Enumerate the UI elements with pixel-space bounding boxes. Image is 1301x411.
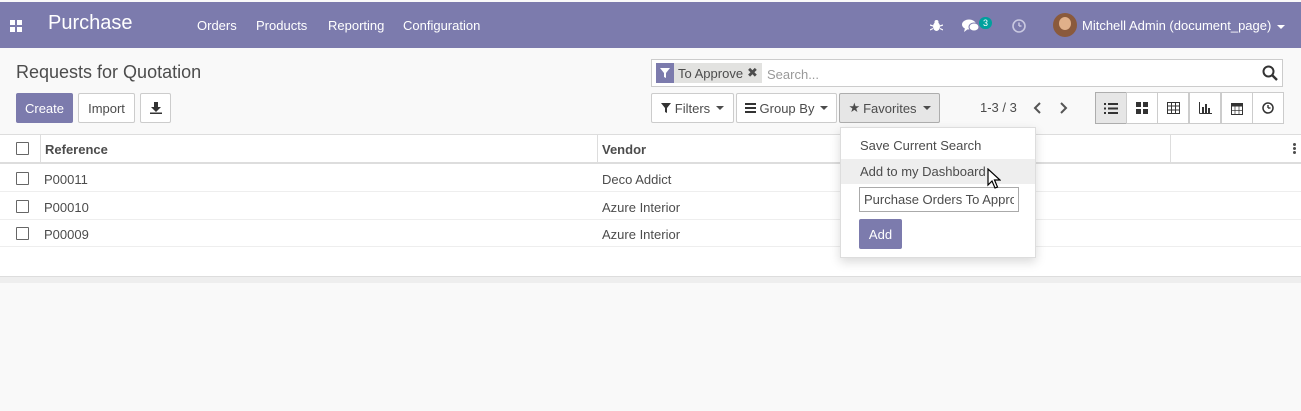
row-checkbox[interactable] <box>16 200 29 213</box>
select-all-checkbox[interactable] <box>16 142 29 155</box>
pivot-view-button[interactable] <box>1157 92 1189 124</box>
list-table: Reference Vendor P00011 Deco Addict P000… <box>0 134 1301 276</box>
column-divider <box>40 135 41 164</box>
facet-label: To Approve <box>678 65 744 81</box>
menu-reporting[interactable]: Reporting <box>328 18 384 33</box>
table-row[interactable]: P00009 Azure Interior <box>0 220 1301 247</box>
search-bar: To Approve ✖ <box>651 59 1283 87</box>
table-footer <box>0 276 1301 283</box>
table-row[interactable]: P00010 Azure Interior <box>0 193 1301 220</box>
bars-icon <box>744 103 756 113</box>
top-navbar: Purchase Orders Products Reporting Confi… <box>0 2 1301 48</box>
filters-button[interactable]: Filters <box>651 93 734 123</box>
favorites-button[interactable]: ★ Favorites <box>839 93 940 123</box>
optional-columns-icon[interactable] <box>1293 143 1296 155</box>
row-checkbox[interactable] <box>16 172 29 185</box>
chat-icon[interactable] <box>962 19 980 33</box>
activity-view-button[interactable] <box>1252 92 1284 124</box>
download-button[interactable] <box>140 93 171 123</box>
list-view-button[interactable] <box>1095 92 1127 124</box>
filters-label: Filters <box>674 100 711 116</box>
add-to-dashboard-item[interactable]: Add to my Dashboard <box>841 159 1035 184</box>
row-checkbox[interactable] <box>16 227 29 240</box>
bug-icon[interactable] <box>930 19 943 32</box>
chevron-right-icon[interactable] <box>1060 102 1068 114</box>
user-name: Mitchell Admin (document_page) <box>1082 18 1272 33</box>
chevron-down-icon <box>716 106 725 110</box>
clock-icon[interactable] <box>1012 19 1026 33</box>
app-name[interactable]: Purchase <box>48 12 133 35</box>
import-button[interactable]: Import <box>78 93 135 123</box>
graph-icon <box>1198 102 1212 114</box>
pivot-icon <box>1166 102 1180 114</box>
menu-configuration[interactable]: Configuration <box>403 18 480 33</box>
dashboard-name-input[interactable] <box>859 187 1019 212</box>
table-row[interactable]: P00011 Deco Addict <box>0 165 1301 192</box>
kanban-view-button[interactable] <box>1126 92 1158 124</box>
remove-facet-icon[interactable]: ✖ <box>747 65 762 81</box>
breadcrumb-title: Requests for Quotation <box>16 62 202 82</box>
group-by-label: Group By <box>759 100 815 116</box>
create-button[interactable]: Create <box>16 93 73 123</box>
column-divider <box>597 135 598 164</box>
cell-vendor: Deco Addict <box>602 172 672 187</box>
add-to-dashboard-button[interactable]: Add <box>859 219 902 249</box>
filter-icon <box>660 103 671 113</box>
cell-vendor: Azure Interior <box>602 227 681 242</box>
menu-orders[interactable]: Orders <box>197 18 237 33</box>
filter-icon <box>656 63 674 83</box>
cell-reference: P00011 <box>44 172 88 187</box>
star-icon: ★ <box>848 100 861 115</box>
group-by-button[interactable]: Group By <box>736 93 837 123</box>
list-icon <box>1104 102 1118 114</box>
chevron-left-icon[interactable] <box>1033 102 1041 114</box>
column-header-reference[interactable]: Reference <box>45 142 108 157</box>
search-facet: To Approve ✖ <box>656 63 762 83</box>
menu-products[interactable]: Products <box>256 18 307 33</box>
column-header-vendor[interactable]: Vendor <box>602 142 646 157</box>
apps-menu-icon[interactable] <box>10 20 22 32</box>
save-current-search-item[interactable]: Save Current Search <box>841 133 1035 158</box>
calendar-view-button[interactable] <box>1221 92 1253 124</box>
graph-view-button[interactable] <box>1189 92 1221 124</box>
download-icon <box>149 102 162 114</box>
kanban-icon <box>1136 102 1148 114</box>
mouse-cursor-icon <box>987 168 1001 189</box>
search-input[interactable] <box>767 64 1247 84</box>
user-avatar[interactable] <box>1053 13 1077 37</box>
search-icon[interactable] <box>1262 65 1278 81</box>
favorites-label: Favorites <box>863 100 917 116</box>
chevron-down-icon <box>922 106 931 110</box>
cell-reference: P00009 <box>44 227 89 242</box>
favorites-dropdown: Save Current Search Add to my Dashboard … <box>840 127 1036 258</box>
messages-count-badge: 3 <box>979 17 993 29</box>
calendar-icon <box>1231 102 1243 115</box>
cell-reference: P00010 <box>44 200 89 215</box>
chevron-down-icon <box>1277 24 1286 29</box>
table-header: Reference Vendor <box>0 135 1301 164</box>
chevron-down-icon <box>820 106 829 110</box>
pager-value[interactable]: 1-3 / 3 <box>980 100 1017 115</box>
cell-vendor: Azure Interior <box>602 200 681 215</box>
activity-icon <box>1262 102 1274 114</box>
column-divider <box>1170 135 1171 164</box>
user-menu[interactable]: Mitchell Admin (document_page) <box>1082 18 1286 33</box>
